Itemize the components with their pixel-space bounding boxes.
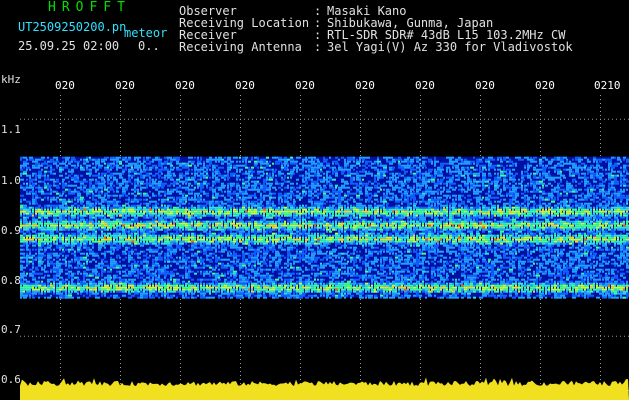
y-tick-label: 0.6 [1, 373, 21, 386]
spectrogram-plot [20, 95, 629, 400]
field-label: Receiving Antenna [179, 40, 302, 54]
field-sep: : [314, 40, 322, 54]
datetime: 25.09.25 02:00 [18, 39, 120, 53]
noise-band [20, 156, 629, 299]
x-tick-label: 020 [295, 79, 315, 92]
y-tick-label: 1.1 [1, 123, 21, 136]
filename: UT2509250200.pn [18, 20, 127, 34]
x-tick-label: 020 [235, 79, 255, 92]
x-tick-label: 020 [55, 79, 75, 92]
x-tick-label: 020 [475, 79, 495, 92]
x-tick-label: 020 [175, 79, 195, 92]
x-tick-label: 0210 [594, 79, 621, 92]
y-tick-label: 0.8 [1, 274, 21, 287]
field-value: 3el Yagi(V) Az 330 for Vladivostok [327, 40, 573, 54]
count-label: 0.. [138, 39, 160, 53]
app-logo: HROFFT [48, 0, 131, 15]
mode-label: meteor [124, 26, 168, 40]
y-tick-label: 1.0 [1, 174, 21, 187]
x-tick-label: 020 [415, 79, 435, 92]
x-tick-label: 020 [535, 79, 555, 92]
x-tick-label: 020 [115, 79, 135, 92]
y-tick-label: 0.9 [1, 224, 21, 237]
x-tick-label: 020 [355, 79, 375, 92]
y-unit-label: kHz [1, 73, 21, 86]
y-tick-label: 0.7 [1, 323, 21, 336]
